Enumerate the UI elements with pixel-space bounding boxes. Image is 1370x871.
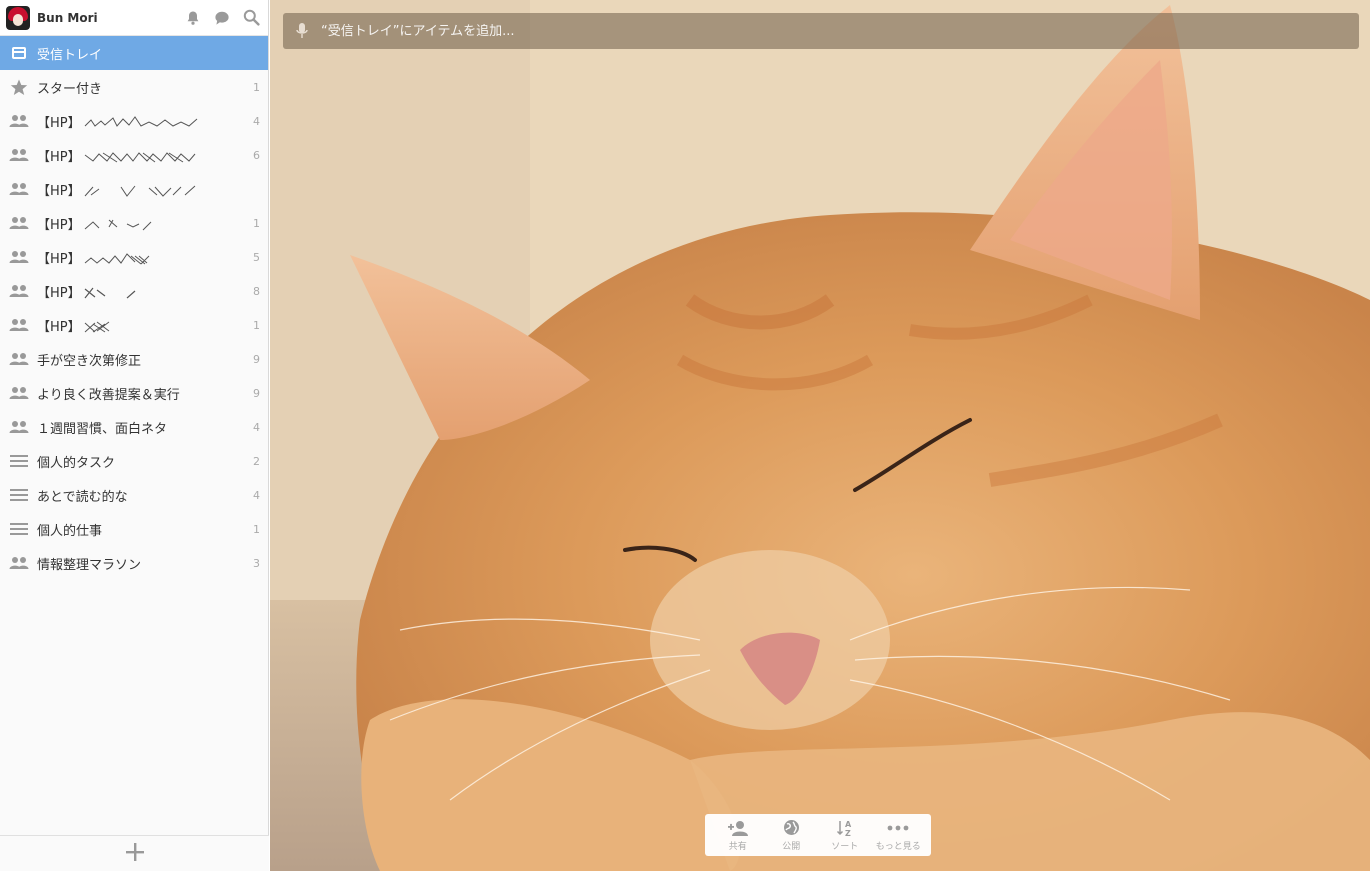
list-toolbar: 共有 公開 AZ ソート もっと見る xyxy=(705,814,931,856)
people-icon xyxy=(8,247,30,267)
people-icon xyxy=(8,145,30,165)
sidebar-item-personal-tasks[interactable]: 個人的タスク 2 xyxy=(0,444,268,478)
task-area: 共有 公開 AZ ソート もっと見る xyxy=(270,0,1370,871)
sidebar-item-label: 手が空き次第修正 xyxy=(37,353,142,369)
plus-icon xyxy=(125,842,145,866)
sort-label: ソート xyxy=(831,841,859,852)
redacted-text xyxy=(84,219,151,231)
people-icon xyxy=(8,417,30,437)
sidebar-item-hp-3[interactable]: 【HP】 xyxy=(0,172,268,206)
item-count: 9 xyxy=(253,352,260,366)
sidebar-item-personal-work[interactable]: 個人的仕事 1 xyxy=(0,512,268,546)
list-icon xyxy=(8,519,30,539)
star-icon xyxy=(8,77,30,97)
list-collection: 受信トレイ スター付き 1 【HP】 4 【HP】 6 【HP】 【HP】 1 … xyxy=(0,36,268,580)
sidebar-item-improvement[interactable]: より良く改善提案＆実行 9 xyxy=(0,376,268,410)
sidebar-item-label: 受信トレイ xyxy=(37,47,103,63)
more-label: もっと見る xyxy=(875,841,921,852)
more-dots-icon xyxy=(887,819,909,837)
add-item-input[interactable] xyxy=(321,23,1347,39)
share-button[interactable]: 共有 xyxy=(712,819,764,852)
redacted-text xyxy=(84,321,109,333)
bell-icon[interactable] xyxy=(182,7,204,29)
add-person-icon xyxy=(727,819,749,837)
sidebar-item-label: 【HP】 xyxy=(37,146,246,165)
item-count: 3 xyxy=(253,556,260,570)
people-icon xyxy=(8,315,30,335)
people-icon xyxy=(8,213,30,233)
globe-icon xyxy=(783,819,800,837)
sort-button[interactable]: AZ ソート xyxy=(819,819,871,852)
item-count: 4 xyxy=(253,420,260,434)
item-count: 1 xyxy=(253,522,260,536)
sidebar-item-hp-2[interactable]: 【HP】 6 xyxy=(0,138,268,172)
sidebar-item-label: 情報整理マラソン xyxy=(37,557,142,573)
item-count: 8 xyxy=(253,284,260,298)
item-count: 5 xyxy=(253,250,260,264)
sidebar-item-hp-4[interactable]: 【HP】 1 xyxy=(0,206,268,240)
redacted-text xyxy=(84,185,195,197)
sidebar-item-hp-1[interactable]: 【HP】 4 xyxy=(0,104,268,138)
sidebar-item-label: 【HP】 xyxy=(37,316,246,335)
item-count: 6 xyxy=(253,148,260,162)
microphone-icon[interactable] xyxy=(295,22,309,40)
more-button[interactable]: もっと見る xyxy=(872,819,924,852)
redacted-text xyxy=(84,116,197,127)
sidebar-item-read-later[interactable]: あとで読む的な 4 xyxy=(0,478,268,512)
sidebar-item-weekly-habits[interactable]: １週間習慣、面白ネタ 4 xyxy=(0,410,268,444)
add-item-bar[interactable] xyxy=(283,13,1359,49)
list-icon xyxy=(8,485,30,505)
sidebar-item-label: 個人的仕事 xyxy=(37,523,103,539)
item-count: 4 xyxy=(253,488,260,502)
publish-button[interactable]: 公開 xyxy=(765,819,817,852)
avatar[interactable] xyxy=(6,5,30,30)
people-icon xyxy=(8,383,30,403)
sidebar-item-label: より良く改善提案＆実行 xyxy=(37,387,180,403)
sidebar-item-hp-6[interactable]: 【HP】 8 xyxy=(0,274,268,308)
redacted-text xyxy=(84,253,149,265)
sidebar-item-label: 【HP】 xyxy=(37,214,246,233)
sort-az-icon: AZ xyxy=(836,819,854,837)
sidebar-item-label: 個人的タスク xyxy=(37,455,116,471)
item-count: 1 xyxy=(253,318,260,332)
sidebar-item-starred[interactable]: スター付き 1 xyxy=(0,70,268,104)
create-list-button[interactable] xyxy=(0,835,269,871)
people-icon xyxy=(8,553,30,573)
svg-text:A: A xyxy=(845,820,852,829)
publish-label: 公開 xyxy=(782,841,801,852)
sidebar-header: Bun Mori xyxy=(0,0,268,36)
item-count: 1 xyxy=(253,216,260,230)
user-name[interactable]: Bun Mori xyxy=(37,11,175,25)
sidebar-item-label: 【HP】 xyxy=(37,112,246,131)
search-icon[interactable] xyxy=(240,7,262,29)
people-icon xyxy=(8,111,30,131)
background-cat-photo xyxy=(270,0,1370,871)
share-label: 共有 xyxy=(728,841,747,852)
item-count: 1 xyxy=(253,80,260,94)
item-count: 2 xyxy=(253,454,260,468)
sidebar-item-info-marathon[interactable]: 情報整理マラソン 3 xyxy=(0,546,268,580)
sidebar-item-label: スター付き xyxy=(37,81,103,97)
sidebar-item-label: 【HP】 xyxy=(37,282,246,301)
sidebar-item-inbox[interactable]: 受信トレイ xyxy=(0,36,268,70)
item-count: 9 xyxy=(253,386,260,400)
people-icon xyxy=(8,179,30,199)
redacted-text xyxy=(84,287,136,299)
people-icon xyxy=(8,281,30,301)
chat-bubble-icon[interactable] xyxy=(211,7,233,29)
sidebar-item-fix-when-free[interactable]: 手が空き次第修正 9 xyxy=(0,342,268,376)
sidebar: Bun Mori 受信トレイ スター付き 1 【HP】 4 【HP】 6 【HP… xyxy=(0,0,269,871)
sidebar-item-label: 【HP】 xyxy=(37,248,246,267)
inbox-icon xyxy=(8,43,30,63)
sidebar-item-hp-5[interactable]: 【HP】 5 xyxy=(0,240,268,274)
item-count: 4 xyxy=(253,114,260,128)
people-icon xyxy=(8,349,30,369)
sidebar-item-hp-7[interactable]: 【HP】 1 xyxy=(0,308,268,342)
sidebar-item-label: 【HP】 xyxy=(37,180,246,199)
svg-text:Z: Z xyxy=(845,829,851,837)
sidebar-item-label: あとで読む的な xyxy=(37,489,128,505)
redacted-text xyxy=(84,152,196,163)
sidebar-item-label: １週間習慣、面白ネタ xyxy=(37,421,168,437)
list-icon xyxy=(8,451,30,471)
